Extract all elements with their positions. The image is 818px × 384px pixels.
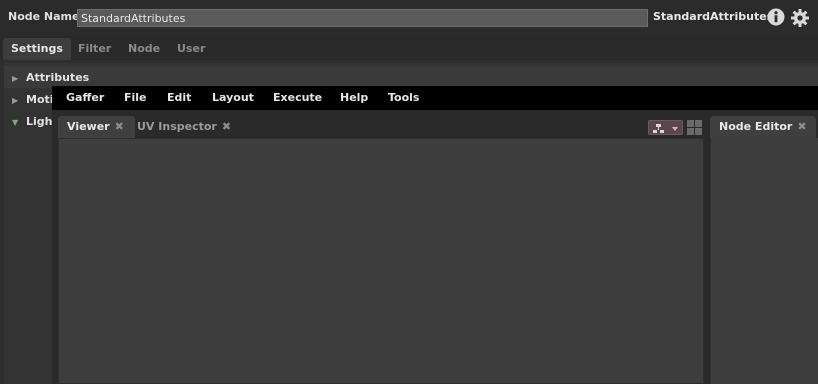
node-editor-body[interactable] xyxy=(710,138,818,384)
tab-node[interactable]: Node xyxy=(120,38,168,60)
tab-filter[interactable]: Filter xyxy=(70,38,119,60)
menu-execute[interactable]: Execute xyxy=(273,86,322,110)
collapsed-triangle-icon: ▶ xyxy=(12,74,19,83)
viewer-viewport[interactable] xyxy=(58,138,704,384)
gear-icon[interactable] xyxy=(790,8,810,28)
menu-help[interactable]: Help xyxy=(340,86,368,110)
section-attributes[interactable]: ▶ Attributes xyxy=(12,68,89,88)
section-row-highlight xyxy=(4,66,818,88)
grid-icon[interactable] xyxy=(687,120,702,135)
tab-user[interactable]: User xyxy=(169,38,213,60)
menu-file[interactable]: File xyxy=(124,86,147,110)
layout-icon xyxy=(653,124,678,133)
menu-tools[interactable]: Tools xyxy=(388,86,419,110)
tab-viewer[interactable]: Viewer ✖ xyxy=(58,116,135,138)
section-lights[interactable]: ▼ Ligh xyxy=(12,112,53,132)
tab-label: UV Inspector xyxy=(137,120,217,133)
menu-gaffer[interactable]: Gaffer xyxy=(66,86,104,110)
close-icon[interactable]: ✖ xyxy=(115,120,124,133)
menu-edit[interactable]: Edit xyxy=(167,86,191,110)
section-label: Ligh xyxy=(26,115,53,128)
section-motion[interactable]: ▶ Moti xyxy=(12,90,54,110)
tab-settings[interactable]: Settings xyxy=(3,38,71,60)
section-label: Attributes xyxy=(26,71,90,84)
node-type-label: StandardAttributes xyxy=(653,10,774,23)
collapsed-triangle-icon: ▶ xyxy=(12,96,19,105)
tab-node-editor[interactable]: Node Editor ✖ xyxy=(710,116,816,138)
node-name-label: Node Name xyxy=(8,10,80,23)
tab-label: Viewer xyxy=(67,120,110,133)
expanded-triangle-icon: ▼ xyxy=(12,118,19,127)
tab-label: Node Editor xyxy=(719,120,793,133)
close-icon[interactable]: ✖ xyxy=(222,120,231,133)
close-icon[interactable]: ✖ xyxy=(797,120,806,133)
info-icon[interactable] xyxy=(767,8,785,26)
section-label: Moti xyxy=(26,93,54,106)
layout-menu-button[interactable] xyxy=(648,120,683,135)
tab-uv-inspector[interactable]: UV Inspector ✖ xyxy=(128,116,237,138)
menu-layout[interactable]: Layout xyxy=(212,86,254,110)
node-name-input[interactable] xyxy=(77,9,648,27)
